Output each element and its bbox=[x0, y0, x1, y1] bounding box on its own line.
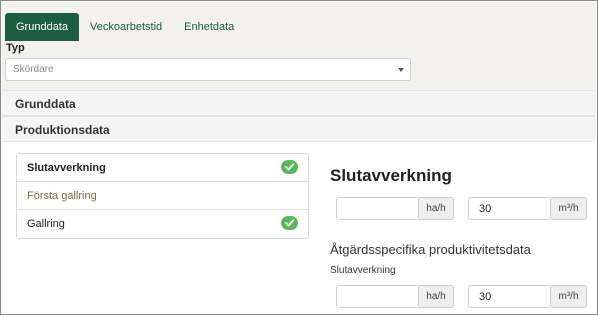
activity-list: Slutavverkning Första gallring Gallring bbox=[16, 153, 309, 239]
detail-title: Slutavverkning bbox=[330, 166, 452, 185]
specific-m3-per-hour-value: 30 bbox=[479, 291, 492, 303]
specific-ha-per-hour-input[interactable] bbox=[336, 285, 419, 308]
check-icon bbox=[281, 160, 298, 174]
specific-m3-per-hour-unit: m³/h bbox=[551, 285, 587, 308]
specific-ha-per-hour-unit: ha/h bbox=[419, 285, 454, 308]
ha-per-hour-unit: ha/h bbox=[419, 197, 454, 220]
app-frame: Grunddata Veckoarbetstid Enhetdata Typ S… bbox=[0, 0, 598, 315]
typ-select[interactable]: Skördare bbox=[5, 58, 411, 81]
section-produktionsdata[interactable]: Produktionsdata bbox=[2, 116, 596, 142]
check-icon bbox=[281, 216, 298, 230]
specific-data-title: Åtgärdsspecifika produktivitetsdata bbox=[330, 242, 531, 257]
list-item-label: Första gallring bbox=[27, 190, 97, 202]
section-grunddata-label: Grunddata bbox=[15, 97, 76, 111]
typ-label: Typ bbox=[6, 42, 25, 54]
tab-grunddata[interactable]: Grunddata bbox=[5, 13, 79, 41]
tab-enhetdata[interactable]: Enhetdata bbox=[173, 13, 245, 41]
m3-per-hour-unit: m³/h bbox=[551, 197, 587, 220]
list-item-forsta-gallring[interactable]: Första gallring bbox=[17, 182, 308, 210]
list-item-label: Gallring bbox=[27, 218, 65, 230]
section-grunddata[interactable]: Grunddata bbox=[2, 90, 596, 116]
section-produktionsdata-label: Produktionsdata bbox=[15, 123, 110, 137]
list-item-slutavverkning[interactable]: Slutavverkning bbox=[17, 154, 308, 182]
list-item-label: Slutavverkning bbox=[27, 162, 106, 174]
specific-m3-per-hour-input[interactable]: 30 bbox=[468, 285, 551, 308]
ha-per-hour-input[interactable] bbox=[336, 197, 419, 220]
tab-bar: Grunddata Veckoarbetstid Enhetdata bbox=[5, 13, 245, 41]
specific-data-label: Slutavverkning bbox=[330, 265, 396, 276]
m3-per-hour-input[interactable]: 30 bbox=[468, 197, 551, 220]
list-item-gallring[interactable]: Gallring bbox=[17, 210, 308, 238]
tab-veckoarbetstid[interactable]: Veckoarbetstid bbox=[79, 13, 173, 41]
m3-per-hour-value: 30 bbox=[479, 203, 492, 215]
chevron-down-icon bbox=[398, 68, 404, 72]
typ-select-value: Skördare bbox=[13, 64, 54, 75]
